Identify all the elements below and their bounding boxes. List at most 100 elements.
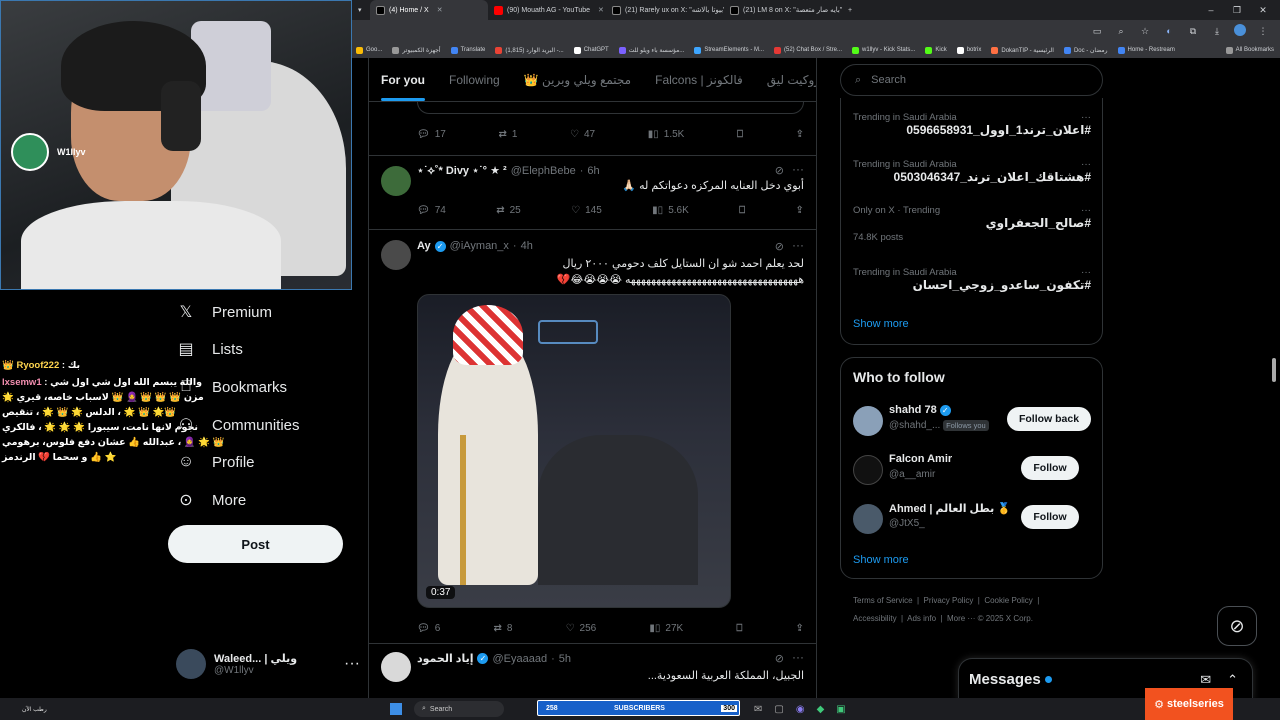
windows-start-icon[interactable] xyxy=(390,703,402,715)
follow-button[interactable]: Follow xyxy=(1021,456,1079,480)
reply-button[interactable]: 💬︎ 6 xyxy=(417,623,440,634)
maximize-icon[interactable]: ❐ xyxy=(1230,3,1244,17)
close-window-icon[interactable]: ✕ xyxy=(1256,3,1270,17)
post-button[interactable]: Post xyxy=(168,525,343,563)
tab-menu[interactable]: ▾ xyxy=(352,0,370,20)
footer-link[interactable]: Ads info xyxy=(907,614,936,623)
weather-widget[interactable]: رطب الآن xyxy=(22,706,62,713)
download-icon[interactable]: ⤓ xyxy=(1210,24,1224,38)
nav-communities[interactable]: ⚇ Communities xyxy=(176,410,300,440)
nav-more[interactable]: ⊙ More xyxy=(176,485,246,515)
chevron-up-icon[interactable]: ⌃ xyxy=(1227,672,1238,688)
bookmark-item[interactable]: StreamElements - M... xyxy=(694,46,764,54)
share-button[interactable]: ⇪ xyxy=(796,205,804,216)
bookmark-item[interactable]: أجهزة الكمبيوتر xyxy=(392,46,441,54)
taskbar-app-icon[interactable]: ▢ xyxy=(774,704,783,715)
show-more-follow[interactable]: Show more xyxy=(853,554,909,566)
reply-button[interactable]: 💬︎ 17 xyxy=(417,129,446,140)
puzzle-icon[interactable]: ⧉ xyxy=(1186,24,1200,38)
grok-icon[interactable]: ⊘ xyxy=(775,652,784,665)
follow-button[interactable]: Follow xyxy=(1021,505,1079,529)
close-icon[interactable]: ✕ xyxy=(437,6,443,14)
tweet-author[interactable]: Ay xyxy=(417,240,431,252)
bookmark-item[interactable]: Doc - رمضان xyxy=(1063,46,1108,54)
show-more-trends[interactable]: Show more xyxy=(853,318,909,330)
grok-button[interactable]: ⊘ xyxy=(1217,606,1257,646)
bookmark-button[interactable]: ⎕ xyxy=(739,205,745,216)
tweet[interactable]: ⋆˙⟡˚* Divy ⋆˙° ★ ² @ElephBebe · 6h ⊘ ···… xyxy=(369,156,816,230)
browser-tab-x-post-1[interactable]: (21) Rarely ux on X: "بيوتا بالاشه" ✕ xyxy=(606,0,724,20)
tweet-author[interactable]: إياد الحمود xyxy=(417,652,473,665)
tweet-partial[interactable]: 💬︎ 17 ⇄ 1 ♡ 47 ▮▯ 1.5K ⎕ ⇪ xyxy=(369,102,816,156)
bookmark-item[interactable]: مؤسسة باء ويلو للت... xyxy=(618,46,684,54)
more-dots-icon[interactable]: ··· xyxy=(792,162,804,176)
bookmark-item[interactable]: (52) Chat Box / Stre... xyxy=(774,46,842,54)
more-dots-icon[interactable]: ··· xyxy=(1081,267,1091,278)
follow-suggestion[interactable]: Ahmed | بطل العالم 🥇 @JtX5_ Follow xyxy=(853,500,1091,536)
bookmark-item[interactable]: ChatGPT xyxy=(573,46,609,54)
bookmark-button[interactable]: ⎕ xyxy=(736,623,742,634)
taskbar-app-icon[interactable]: ◉ xyxy=(796,704,805,715)
trend-item[interactable]: Only on X · Trending #صالح_الجعفراوي 74.… xyxy=(853,205,1091,243)
grok-icon[interactable]: ⊘ xyxy=(775,240,784,253)
nav-bookmarks[interactable]: ⎕ Bookmarks xyxy=(176,372,287,402)
more-dots-icon[interactable]: ··· xyxy=(792,650,804,664)
tweet-time[interactable]: 5h xyxy=(559,653,571,665)
account-switcher[interactable]: Waleed... | ويلي @W1llyv ··· xyxy=(176,644,360,684)
tweet-handle[interactable]: @ElephBebe xyxy=(511,165,576,177)
taskbar-app-icon[interactable]: ✉ xyxy=(754,704,762,715)
share-button[interactable]: ⇪ xyxy=(796,623,804,634)
footer-link[interactable]: Cookie Policy xyxy=(984,596,1032,605)
nav-premium[interactable]: 𝕏 Premium xyxy=(176,297,272,327)
follow-back-button[interactable]: Follow back xyxy=(1007,407,1091,431)
repost-button[interactable]: ⇄ 8 xyxy=(493,623,512,634)
more-dots-icon[interactable]: ··· xyxy=(792,238,804,252)
profile-avatar-icon[interactable] xyxy=(1234,24,1246,36)
taskbar-search[interactable]: ⌕ Search xyxy=(414,701,504,717)
grok-icon[interactable]: ⊘ xyxy=(775,164,784,177)
footer-link[interactable]: More ··· xyxy=(947,614,975,623)
tweet-time[interactable]: 6h xyxy=(587,165,599,177)
share-button[interactable]: ⇪ xyxy=(796,129,804,140)
taskbar-app-icon[interactable]: ▣ xyxy=(836,704,845,715)
like-button[interactable]: ♡ 145 xyxy=(571,205,602,216)
tweet-handle[interactable]: @Eyaaaad xyxy=(492,653,547,665)
bookmark-item[interactable]: w1llyv - Kick Stats... xyxy=(852,46,915,54)
tab-rocket-league[interactable]: روكيت ليق | RL xyxy=(767,73,816,87)
page-scrollbar[interactable] xyxy=(1272,358,1276,382)
trend-item[interactable]: Trending in Saudi Arabia #هشتاقك_اعلان_ت… xyxy=(853,159,1091,184)
taskbar-app-icon[interactable]: ◆ xyxy=(817,704,825,715)
like-button[interactable]: ♡ 47 xyxy=(570,129,595,140)
footer-link[interactable]: Terms of Service xyxy=(853,596,913,605)
tweet-handle[interactable]: @iAyman_x xyxy=(450,240,509,252)
footer-link[interactable]: Privacy Policy xyxy=(924,596,974,605)
footer-link[interactable]: Accessibility xyxy=(853,614,897,623)
follow-suggestion[interactable]: shahd 78 ✓ @shahd_... Follows you Follow… xyxy=(853,402,1091,438)
reply-button[interactable]: 💬︎ 74 xyxy=(417,205,446,216)
kebab-menu-icon[interactable]: ⋮ xyxy=(1256,24,1270,38)
extension-icon[interactable]: ◐ xyxy=(1162,24,1176,38)
star-icon[interactable]: ☆ xyxy=(1138,24,1152,38)
search-icon[interactable]: ⌕ xyxy=(1114,24,1128,38)
repost-button[interactable]: ⇄ 25 xyxy=(496,205,521,216)
browser-tab-youtube[interactable]: (90) Mouath AG - YouTube ✕ xyxy=(488,0,606,20)
more-dots-icon[interactable]: ··· xyxy=(1081,112,1091,123)
trend-item[interactable]: Trending in Saudi Arabia #تكفون_ساعدو_زو… xyxy=(853,267,1091,292)
new-tab-button[interactable]: + xyxy=(842,0,858,20)
trend-item[interactable]: Trending in Saudi Arabia #اعلان_ترند1_او… xyxy=(853,112,1091,137)
more-dots-icon[interactable]: ··· xyxy=(1081,159,1091,170)
bookmark-item[interactable]: DokanTIP - الرئيسية xyxy=(991,46,1054,54)
repost-button[interactable]: ⇄ 1 xyxy=(498,129,517,140)
close-icon[interactable]: ✕ xyxy=(598,6,604,14)
bookmark-button[interactable]: ⎕ xyxy=(737,129,743,140)
cast-icon[interactable]: ▭ xyxy=(1090,24,1104,38)
nav-lists[interactable]: ▤ Lists xyxy=(176,334,242,364)
browser-tab-x-post-2[interactable]: (21) LM 8 on X: "بايه صار متعصة" ✕ xyxy=(724,0,842,20)
bookmark-item[interactable]: Kick xyxy=(925,46,947,54)
tweet[interactable]: إياد الحمود ✓ @Eyaaaad · 5h ⊘ ··· الجبيل… xyxy=(369,644,816,698)
views-button[interactable]: ▮▯ 1.5K xyxy=(648,129,685,140)
bookmark-item[interactable]: Home - Restream xyxy=(1117,46,1175,54)
tweet-author[interactable]: ⋆˙⟡˚* Divy ⋆˙° ★ ² xyxy=(417,164,507,178)
follow-suggestion[interactable]: Falcon Amir @a__amir Follow xyxy=(853,451,1091,487)
all-bookmarks[interactable]: All Bookmarks xyxy=(1225,46,1274,54)
